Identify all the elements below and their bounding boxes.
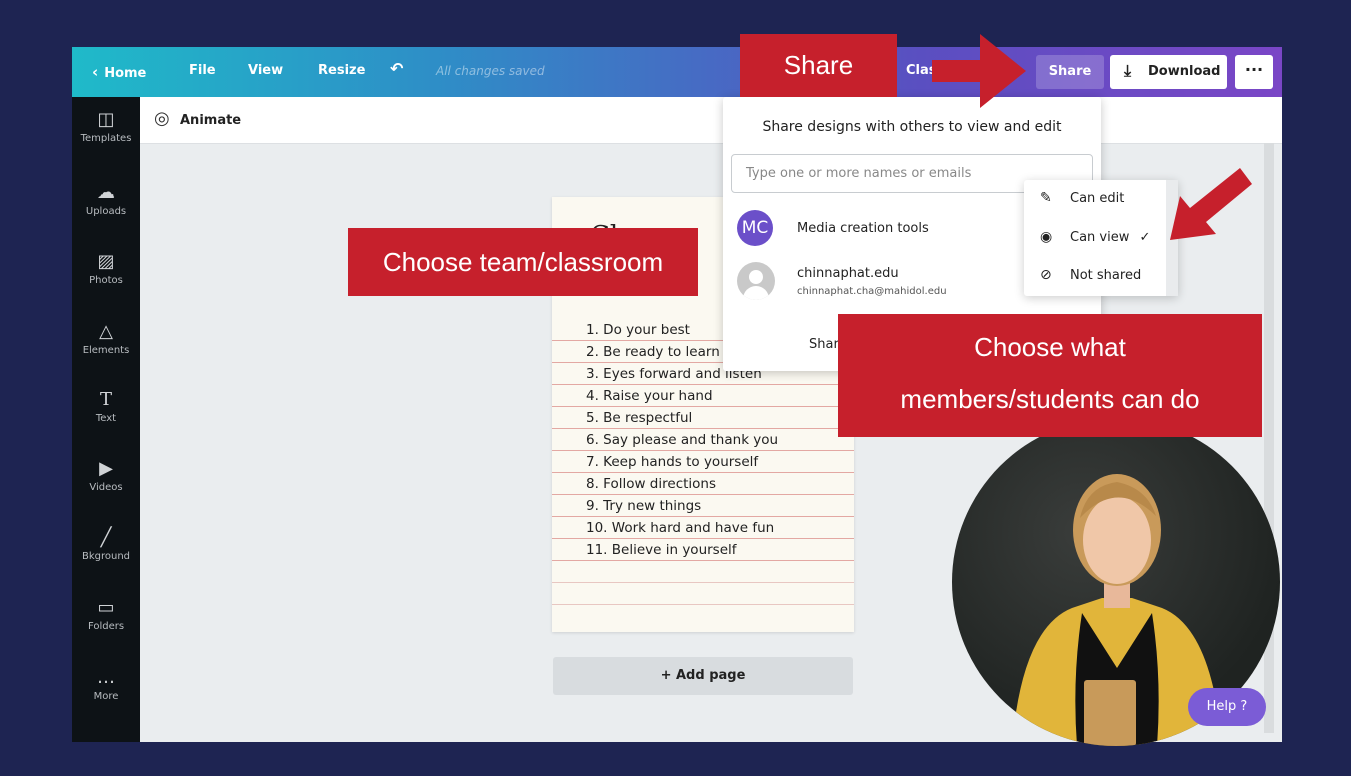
view-menu[interactable]: View <box>248 63 283 78</box>
arrow-right-icon <box>932 34 1026 108</box>
arrow-down-left-icon <box>1170 168 1252 240</box>
list-item: 5. Be respectful <box>552 407 854 429</box>
sidebar-item-folders[interactable]: ▭ Folders <box>72 597 140 632</box>
sidebar-item-background[interactable]: ╱ Bkground <box>72 527 140 562</box>
callout-choose-permission: Choose what members/students can do <box>838 314 1262 437</box>
list-item: 11. Believe in yourself <box>552 539 854 561</box>
sidebar-item-label: Photos <box>89 275 123 286</box>
more-icon: … <box>97 667 115 688</box>
home-label: Home <box>104 66 147 81</box>
callout-share: Share <box>740 34 897 97</box>
list-item: 7. Keep hands to yourself <box>552 451 854 473</box>
permission-can-edit[interactable]: ✎ Can edit <box>1040 190 1124 206</box>
resize-menu[interactable]: Resize <box>318 63 365 78</box>
share-panel-title: Share designs with others to view and ed… <box>762 119 1062 135</box>
sidebar-item-templates[interactable]: ◫ Templates <box>72 109 140 144</box>
undo-icon[interactable]: ↶ <box>390 59 403 78</box>
permission-label: Not shared <box>1070 268 1142 283</box>
user-name: chinnaphat.edu <box>797 266 899 281</box>
sidebar-item-videos[interactable]: ▶ Videos <box>72 458 140 493</box>
videos-icon: ▶ <box>99 458 113 479</box>
templates-icon: ◫ <box>97 109 115 130</box>
top-bar: ‹ Home File View Resize ↶ All changes sav… <box>72 47 1282 97</box>
permission-dropdown: ✎ Can edit ◉ Can view ✓ ⊘ Not shared <box>1024 180 1178 296</box>
sidebar-item-more[interactable]: … More <box>72 667 140 702</box>
background-icon: ╱ <box>100 527 112 548</box>
checkmark-icon: ✓ <box>1139 230 1151 245</box>
callout-line: Choose what <box>974 332 1126 362</box>
editor-toolbar: ◎ Animate <box>140 97 1282 144</box>
elements-icon: △ <box>99 321 113 342</box>
team-avatar: MC <box>737 210 773 246</box>
sidebar-item-label: Templates <box>80 133 132 144</box>
sidebar-item-label: Text <box>95 413 117 424</box>
sidebar-item-text[interactable]: T Text <box>72 389 140 424</box>
permission-can-view[interactable]: ◉ Can view ✓ <box>1040 229 1150 245</box>
sidebar-item-uploads[interactable]: ☁ Uploads <box>72 182 140 217</box>
eye-icon: ◉ <box>1040 229 1053 245</box>
chevron-left-icon: ‹ <box>92 63 99 81</box>
user-avatar <box>737 262 775 300</box>
user-email: chinnaphat.cha@mahidol.edu <box>797 286 947 297</box>
eye-slash-icon: ⊘ <box>1040 267 1052 283</box>
blank-line <box>552 561 854 583</box>
permission-label: Can edit <box>1070 191 1125 206</box>
list-item: 6. Say please and thank you <box>552 429 854 451</box>
sidebar-item-label: Uploads <box>85 206 127 217</box>
list-item: 9. Try new things <box>552 495 854 517</box>
left-sidebar: ◫ Templates ☁ Uploads ▨ Photos △ Element… <box>72 97 140 742</box>
sidebar-item-photos[interactable]: ▨ Photos <box>72 251 140 286</box>
animate-button[interactable]: Animate <box>180 113 241 128</box>
uploads-icon: ☁ <box>97 182 115 203</box>
list-item: 4. Raise your hand <box>552 385 854 407</box>
permission-label: Can view <box>1070 230 1130 245</box>
share-button[interactable]: Share <box>1036 55 1104 89</box>
permission-not-shared[interactable]: ⊘ Not shared <box>1040 267 1141 283</box>
list-item: 8. Follow directions <box>552 473 854 495</box>
download-button[interactable]: ⤓ Download <box>1110 55 1227 89</box>
team-name: Media creation tools <box>797 221 929 236</box>
sidebar-item-elements[interactable]: △ Elements <box>72 321 140 356</box>
more-options-button[interactable]: ··· <box>1235 55 1273 89</box>
download-icon: ⤓ <box>1124 61 1132 80</box>
blank-line <box>552 583 854 605</box>
sidebar-item-label: Elements <box>82 345 130 356</box>
pencil-icon: ✎ <box>1040 190 1052 206</box>
folders-icon: ▭ <box>97 597 115 618</box>
animate-icon: ◎ <box>154 108 170 129</box>
home-button[interactable]: ‹ Home <box>92 63 146 81</box>
share-confirm-button[interactable]: Shar <box>809 337 839 352</box>
sidebar-item-label: More <box>93 691 119 702</box>
photos-icon: ▨ <box>97 251 115 272</box>
callout-line: members/students can do <box>900 384 1200 414</box>
text-icon: T <box>99 389 112 410</box>
download-label: Download <box>1148 64 1221 79</box>
callout-choose-team: Choose team/classroom <box>348 228 698 296</box>
sidebar-item-label: Folders <box>87 621 125 632</box>
list-item: 10. Work hard and have fun <box>552 517 854 539</box>
save-status: All changes saved <box>436 64 545 78</box>
sidebar-item-label: Videos <box>89 482 123 493</box>
help-button[interactable]: Help ? <box>1188 688 1266 726</box>
sidebar-item-label: Bkground <box>81 551 131 562</box>
file-menu[interactable]: File <box>189 63 216 78</box>
add-page-button[interactable]: + Add page <box>553 657 853 695</box>
